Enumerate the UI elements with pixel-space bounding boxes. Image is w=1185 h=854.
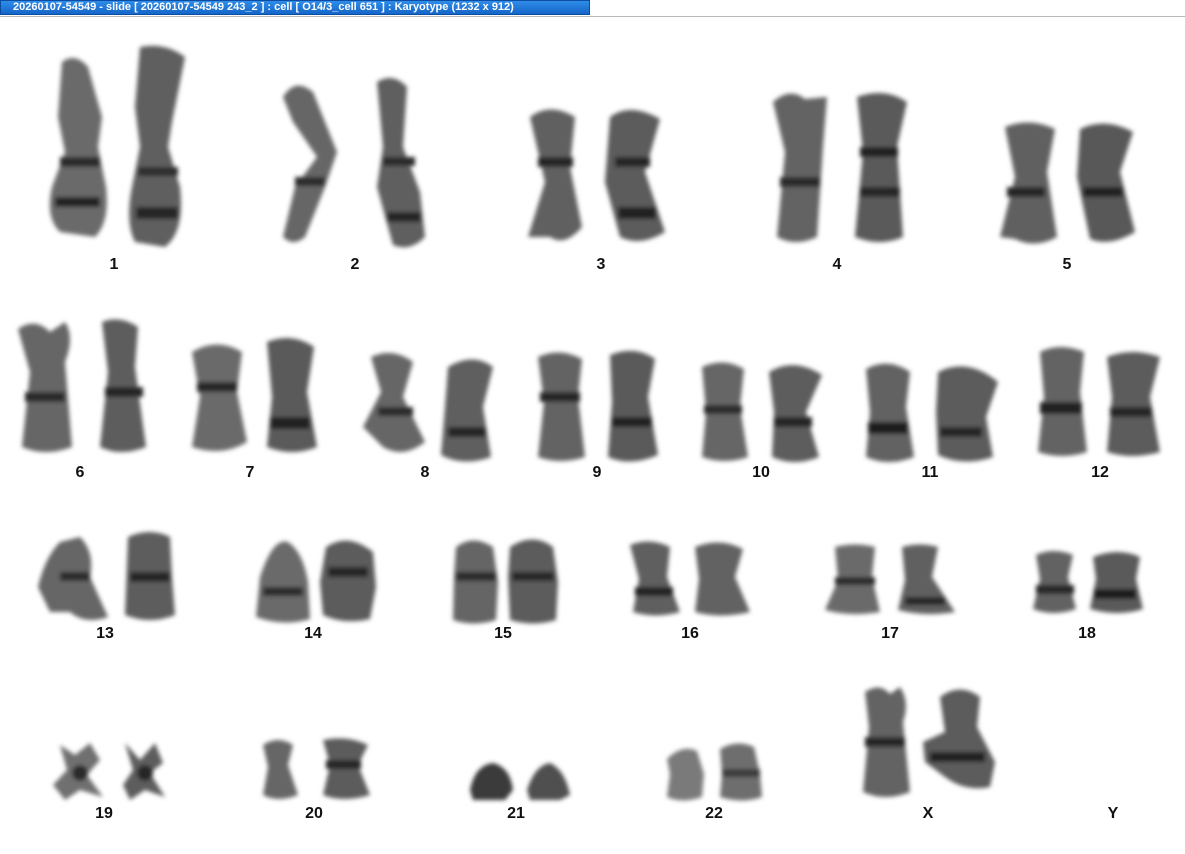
chromosome-8-pair[interactable] <box>353 347 503 467</box>
chromosome-5-pair[interactable] <box>995 117 1140 252</box>
chromosome-9-pair[interactable] <box>530 347 665 467</box>
chromosome-label-22: 22 <box>705 805 723 822</box>
chromosome-22-pair[interactable] <box>662 739 772 804</box>
chromosome-label-15: 15 <box>494 625 512 642</box>
chromosome-12-pair[interactable] <box>1032 342 1167 462</box>
chromosome-label-6: 6 <box>75 464 85 481</box>
chromosome-label-19: 19 <box>95 805 113 822</box>
chromosome-15-pair[interactable] <box>448 532 563 627</box>
karyotype-panel: 1 2 3 4 5 6 7 8 9 10 11 12 13 14 15 16 1… <box>0 17 1185 854</box>
chromosome-2-pair[interactable] <box>275 67 440 257</box>
chromosome-label-3: 3 <box>596 256 606 273</box>
chromosome-label-20: 20 <box>305 805 323 822</box>
chromosome-label-2: 2 <box>350 256 360 273</box>
chromosome-11-pair[interactable] <box>858 357 1003 467</box>
chromosome-10-pair[interactable] <box>694 357 829 467</box>
chromosome-label-9: 9 <box>592 464 602 481</box>
chromosome-16-pair[interactable] <box>625 537 755 617</box>
chromosome-4-pair[interactable] <box>765 87 915 252</box>
chromosome-label-7: 7 <box>245 464 255 481</box>
chromosome-3-pair[interactable] <box>520 97 680 257</box>
chromosome-20-pair[interactable] <box>258 735 373 805</box>
chromosome-19-pair[interactable] <box>45 735 170 805</box>
chromosome-label-12: 12 <box>1091 464 1109 481</box>
chromosome-18-pair[interactable] <box>1028 547 1148 617</box>
chromosome-label-4: 4 <box>832 256 842 273</box>
chromosome-label-16: 16 <box>681 625 699 642</box>
chromosome-6-pair[interactable] <box>10 317 150 462</box>
chromosome-label-10: 10 <box>752 464 770 481</box>
chromosome-label-13: 13 <box>96 625 114 642</box>
chromosome-label-14: 14 <box>304 625 322 642</box>
chromosome-14-pair[interactable] <box>248 527 383 627</box>
chromosome-21-pair[interactable] <box>465 755 575 805</box>
chromosome-label-11: 11 <box>921 464 939 481</box>
chromosome-7-pair[interactable] <box>182 332 322 462</box>
chromosome-label-5: 5 <box>1062 256 1072 273</box>
chromosome-label-Y: Y <box>1107 805 1119 822</box>
chromosome-label-21: 21 <box>507 805 525 822</box>
chromosome-1-pair[interactable] <box>40 37 190 257</box>
chromosome-label-18: 18 <box>1078 625 1096 642</box>
chromosome-X-pair[interactable] <box>855 682 1000 807</box>
chromosome-label-17: 17 <box>881 625 899 642</box>
chromosome-17-pair[interactable] <box>820 542 960 617</box>
chromosome-label-1: 1 <box>109 256 119 273</box>
chromosome-label-X: X <box>922 805 934 822</box>
window-titlebar: 20260107-54549 - slide [ 20260107-54549 … <box>0 0 1185 17</box>
chromosome-13-pair[interactable] <box>30 527 185 627</box>
chromosome-label-8: 8 <box>420 464 430 481</box>
window-title[interactable]: 20260107-54549 - slide [ 20260107-54549 … <box>0 0 590 15</box>
